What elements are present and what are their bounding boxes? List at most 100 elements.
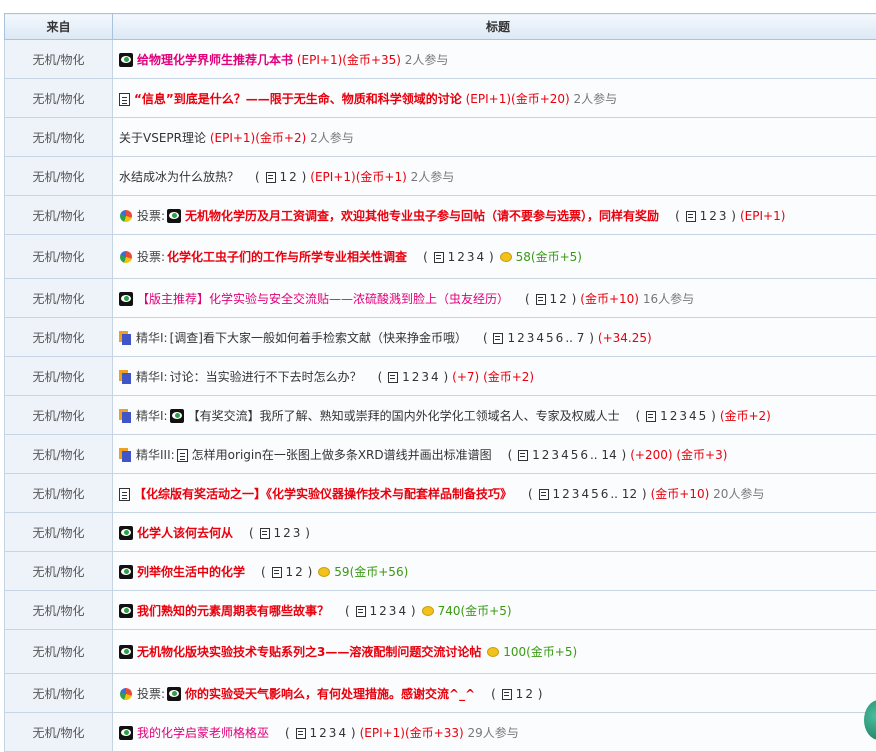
page-number-link[interactable]: 5 [546, 331, 554, 345]
page-number-link[interactable]: 5 [699, 409, 707, 423]
page-number-link[interactable]: 2 [412, 370, 420, 384]
thread-title-link[interactable]: 【版主推荐】化学实验与安全交流贴——浓硫酸溅到脸上（虫友经历） [137, 292, 509, 306]
page-number-link[interactable]: 1 [660, 409, 668, 423]
thread-title-link[interactable]: 我们熟知的元素周期表有哪些故事？ [137, 604, 329, 618]
page-number-link[interactable]: 3 [572, 487, 580, 501]
source-cell[interactable]: 无机/物化 [5, 279, 113, 318]
source-cell[interactable]: 无机/物化 [5, 630, 113, 674]
page-number-link[interactable]: 3 [389, 604, 397, 618]
page-ellipsis-link[interactable]: .. 14 [590, 448, 617, 462]
page-number-link[interactable]: 4 [338, 726, 346, 740]
source-cell[interactable]: 无机/物化 [5, 591, 113, 630]
thread-title-link[interactable]: 列举你生活中的化学 [137, 565, 245, 579]
page-number-link[interactable]: 4 [581, 487, 589, 501]
page-number-link[interactable]: 2 [283, 526, 291, 540]
page-number-link[interactable]: 2 [709, 209, 717, 223]
page-number-link[interactable]: 4 [476, 250, 484, 264]
page-number-link[interactable]: 4 [398, 604, 406, 618]
page-links: ( 12 ) [261, 565, 312, 579]
thread-title-link[interactable]: 我的化学启蒙老师格格巫 [137, 726, 269, 740]
page-number-link[interactable]: 1 [550, 292, 558, 306]
thread-title-link[interactable]: 讨论：当实验进行不下去时怎么办？ [170, 370, 362, 384]
page-number-link[interactable]: 2 [319, 726, 327, 740]
page-number-link[interactable]: 3 [679, 409, 687, 423]
page-number-link[interactable]: 4 [431, 370, 439, 384]
thread-title-link[interactable]: [调查]看下大家一般如何着手检索文献（快来挣金币哦） [170, 331, 467, 345]
page-number-link[interactable]: 1 [507, 331, 515, 345]
thread-title-link[interactable]: 关于VSEPR理论 [119, 131, 206, 145]
title-cell: 化学人该何去何从( 123 ) [113, 513, 876, 552]
thread-title-link[interactable]: 【化综版有奖活动之一】《化学实验仪器操作技术与配套样品制备技巧》 [134, 487, 512, 501]
page-number-link[interactable]: 3 [527, 331, 535, 345]
source-cell[interactable]: 无机/物化 [5, 674, 113, 713]
thread-title-link[interactable]: 给物理化学界师生推荐几本书 [137, 53, 293, 67]
thread-title-link[interactable]: 无机物化学历及月工资调查，欢迎其他专业虫子参与回帖（请不要参与选票），同样有奖励 [185, 209, 659, 223]
page-number-link[interactable]: 2 [295, 565, 303, 579]
thread-title-link[interactable]: 【有奖交流】我所了解、熟知或崇拜的国内外化学化工领域名人、专家及权威人士 [188, 409, 620, 423]
page-number-link[interactable]: 5 [571, 448, 579, 462]
page-number-link[interactable]: 6 [601, 487, 609, 501]
page-number-link[interactable]: 4 [536, 331, 544, 345]
page-number-link[interactable]: 2 [379, 604, 387, 618]
page-number-link[interactable]: 4 [561, 448, 569, 462]
thread-title-link[interactable]: 怎样用origin在一张图上做多条XRD谱线并画出标准谱图 [192, 448, 492, 462]
page-number-link[interactable]: 3 [421, 370, 429, 384]
doc-icon [119, 488, 130, 501]
thread-title-link[interactable]: 你的实验受天气影响么，有何处理措施。感谢交流^_^ [185, 687, 475, 701]
page-number-link[interactable]: 6 [580, 448, 588, 462]
page-number-link[interactable]: 1 [553, 487, 561, 501]
page-number-link[interactable]: 2 [517, 331, 525, 345]
page-number-link[interactable]: 1 [448, 250, 456, 264]
source-cell[interactable]: 无机/物化 [5, 474, 113, 513]
page-number-link[interactable]: 4 [689, 409, 697, 423]
page-number-link[interactable]: 1 [286, 565, 294, 579]
page-number-link[interactable]: 2 [542, 448, 550, 462]
page-number-link[interactable]: 2 [562, 487, 570, 501]
page-number-link[interactable]: 1 [274, 526, 282, 540]
page-number-link[interactable]: 6 [556, 331, 564, 345]
page-number-link[interactable]: 2 [289, 170, 297, 184]
source-cell[interactable]: 无机/物化 [5, 435, 113, 474]
page-number-link[interactable]: 1 [310, 726, 318, 740]
page-number-link[interactable]: 5 [591, 487, 599, 501]
page-number-link[interactable]: 1 [532, 448, 540, 462]
page-number-link[interactable]: 1 [516, 687, 524, 701]
source-cell[interactable]: 无机/物化 [5, 396, 113, 435]
thread-title-link[interactable]: 水结成冰为什么放热？ [119, 170, 239, 184]
page-number-link[interactable]: 3 [551, 448, 559, 462]
source-cell[interactable]: 无机/物化 [5, 513, 113, 552]
source-cell[interactable]: 无机/物化 [5, 318, 113, 357]
source-cell[interactable]: 无机/物化 [5, 157, 113, 196]
page-number-link[interactable]: 1 [280, 170, 288, 184]
page-number-link[interactable]: 2 [457, 250, 465, 264]
table-row: 无机/物化给物理化学界师生推荐几本书 (EPI+1)(金币+35) 2人参与 [5, 40, 876, 79]
source-cell[interactable]: 无机/物化 [5, 713, 113, 752]
page-ellipsis-link[interactable]: .. 12 [610, 487, 637, 501]
source-cell[interactable]: 无机/物化 [5, 79, 113, 118]
source-cell[interactable]: 无机/物化 [5, 196, 113, 235]
hot-icon [119, 645, 133, 659]
page-number-link[interactable]: 2 [559, 292, 567, 306]
thread-title-link[interactable]: “信息”到底是什么？——限于无生命、物质和科学领域的讨论 [134, 92, 462, 106]
page-ellipsis-link[interactable]: .. 7 [565, 331, 584, 345]
page-number-link[interactable]: 3 [329, 726, 337, 740]
source-cell[interactable]: 无机/物化 [5, 40, 113, 79]
source-cell[interactable]: 无机/物化 [5, 357, 113, 396]
source-cell[interactable]: 无机/物化 [5, 235, 113, 279]
thread-title-link[interactable]: 化学人该何去何从 [137, 526, 233, 540]
thread-type-label: 投票: [137, 687, 165, 701]
source-cell[interactable]: 无机/物化 [5, 118, 113, 157]
page-number-link[interactable]: 1 [700, 209, 708, 223]
title-cell: 精华I:[调查]看下大家一般如何着手检索文献（快来挣金币哦）( 123456..… [113, 318, 876, 357]
page-number-link[interactable]: 2 [525, 687, 533, 701]
page-number-link[interactable]: 3 [467, 250, 475, 264]
page-number-link[interactable]: 2 [670, 409, 678, 423]
page-icon [686, 211, 696, 222]
page-number-link[interactable]: 1 [402, 370, 410, 384]
page-number-link[interactable]: 3 [719, 209, 727, 223]
source-cell[interactable]: 无机/物化 [5, 552, 113, 591]
page-number-link[interactable]: 3 [293, 526, 301, 540]
page-number-link[interactable]: 1 [370, 604, 378, 618]
thread-title-link[interactable]: 化学化工虫子们的工作与所学专业相关性调查 [167, 250, 407, 264]
thread-title-link[interactable]: 无机物化版块实验技术专贴系列之3——溶液配制问题交流讨论帖 [137, 645, 481, 659]
